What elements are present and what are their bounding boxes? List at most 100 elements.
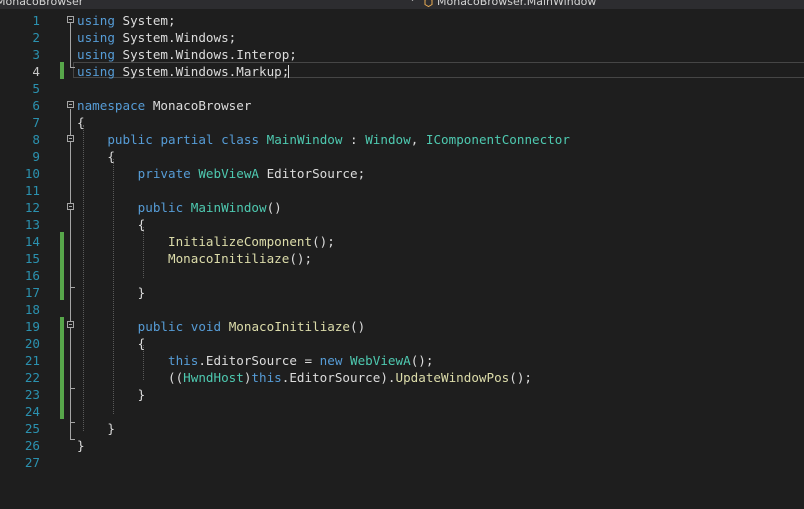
- code-token: System;: [114, 13, 176, 28]
- code-token: {: [77, 217, 146, 232]
- code-line[interactable]: 26}: [0, 437, 804, 454]
- code-text: InitializeComponent();: [77, 233, 335, 250]
- code-token: {: [77, 149, 115, 164]
- code-line[interactable]: 17 }: [0, 284, 804, 301]
- line-number: 11: [24, 183, 40, 198]
- line-number: 5: [32, 81, 40, 96]
- line-number: 16: [24, 268, 40, 283]
- code-text: }: [77, 386, 146, 403]
- code-line[interactable]: 25 }: [0, 420, 804, 437]
- code-token: (): [350, 319, 366, 334]
- line-number: 8: [32, 132, 40, 147]
- code-token: ();: [312, 234, 335, 249]
- code-token: this: [251, 370, 282, 385]
- code-token: using: [77, 13, 115, 28]
- code-line[interactable]: 6 namespace MonacoBrowser: [0, 97, 804, 114]
- code-line[interactable]: 19 public void MonacoInitiliaze(): [0, 318, 804, 335]
- code-token: }: [77, 438, 85, 453]
- member-dropdown[interactable]: MonacoBrowser.MainWindow: [424, 0, 596, 8]
- code-token: namespace: [77, 98, 146, 113]
- code-token: MainWindow: [266, 132, 343, 147]
- code-token: (): [266, 200, 282, 215]
- code-line[interactable]: 5: [0, 80, 804, 97]
- code-line[interactable]: 16: [0, 267, 804, 284]
- code-token: .EditorSource =: [198, 353, 320, 368]
- code-text: {: [77, 335, 146, 352]
- line-number: 15: [24, 251, 40, 266]
- code-token: :: [342, 132, 366, 147]
- code-token: ((: [77, 370, 184, 385]
- chevron-down-icon[interactable]: [409, 0, 416, 3]
- code-token: public: [137, 200, 184, 215]
- code-text: {: [77, 114, 85, 131]
- line-number: 12: [24, 200, 40, 215]
- code-line[interactable]: 15 MonacoInitiliaze();: [0, 250, 804, 267]
- code-line[interactable]: 8 public partial class MainWindow : Wind…: [0, 131, 804, 148]
- code-line[interactable]: 4 using System.Windows.Markup;: [0, 63, 804, 80]
- code-token: HwndHost: [183, 370, 244, 385]
- code-token: Window: [365, 132, 411, 147]
- code-token: IComponentConnector: [425, 132, 570, 147]
- line-number: 14: [24, 234, 40, 249]
- code-line[interactable]: 2 using System.Windows;: [0, 29, 804, 46]
- code-token: WebViewA: [350, 353, 411, 368]
- code-text: using System.Windows.Interop;: [77, 46, 297, 63]
- code-text: {: [77, 216, 146, 233]
- code-line[interactable]: 27: [0, 454, 804, 471]
- code-line[interactable]: 18: [0, 301, 804, 318]
- code-editor[interactable]: 1 using System; 2 using System.Windows; 3 usi…: [0, 9, 804, 509]
- code-token: new: [319, 353, 343, 368]
- line-number: 10: [24, 166, 40, 181]
- code-line[interactable]: 10 private WebViewA EditorSource;: [0, 165, 804, 182]
- code-token: this: [168, 353, 199, 368]
- code-line[interactable]: 9 {: [0, 148, 804, 165]
- line-number: 4: [32, 64, 40, 79]
- code-line[interactable]: 3 using System.Windows.Interop;: [0, 46, 804, 63]
- member-dropdown-label: MonacoBrowser.MainWindow: [437, 0, 597, 8]
- code-text: MonacoInitiliaze();: [77, 250, 312, 267]
- line-number: 2: [32, 30, 40, 45]
- code-token: WebViewA: [198, 166, 260, 181]
- line-number: 23: [24, 387, 40, 402]
- code-text: using System.Windows;: [77, 29, 236, 46]
- code-text: ((HwndHost)this.EditorSource).UpdateWind…: [77, 369, 532, 386]
- code-token: public: [107, 132, 153, 147]
- code-token: ();: [289, 251, 313, 266]
- code-token: public: [137, 319, 184, 334]
- code-line[interactable]: 20 {: [0, 335, 804, 352]
- code-line[interactable]: 24: [0, 403, 804, 420]
- code-line[interactable]: 11: [0, 182, 804, 199]
- code-line[interactable]: 1 using System;: [0, 12, 804, 29]
- code-line[interactable]: 7{: [0, 114, 804, 131]
- code-token: {: [77, 115, 85, 130]
- code-token: MonacoInitiliaze: [168, 251, 290, 266]
- code-text: using System.Windows.Markup;: [77, 63, 289, 80]
- code-text: }: [77, 437, 85, 454]
- code-line[interactable]: 22 ((HwndHost)this.EditorSource).UpdateW…: [0, 369, 804, 386]
- project-dropdown[interactable]: MonacoBrowser: [0, 0, 83, 8]
- code-line[interactable]: 23 }: [0, 386, 804, 403]
- code-line[interactable]: 14 InitializeComponent();: [0, 233, 804, 250]
- line-number: 18: [24, 302, 40, 317]
- code-line[interactable]: 13 {: [0, 216, 804, 233]
- code-token: EditorSource;: [259, 166, 366, 181]
- code-line[interactable]: 12 public MainWindow(): [0, 199, 804, 216]
- project-dropdown-label: MonacoBrowser: [0, 0, 84, 8]
- code-text: public void MonacoInitiliaze(): [77, 318, 366, 335]
- line-number: 3: [32, 47, 40, 62]
- code-token: ,: [410, 132, 426, 147]
- code-text: using System;: [77, 12, 176, 29]
- code-token: System.Windows.Markup;: [114, 64, 290, 79]
- code-line[interactable]: 21 this.EditorSource = new WebViewA();: [0, 352, 804, 369]
- code-token: partial: [160, 132, 214, 147]
- code-text: }: [77, 284, 146, 301]
- line-number: 21: [24, 353, 40, 368]
- code-token: System.Windows.Interop;: [114, 47, 297, 62]
